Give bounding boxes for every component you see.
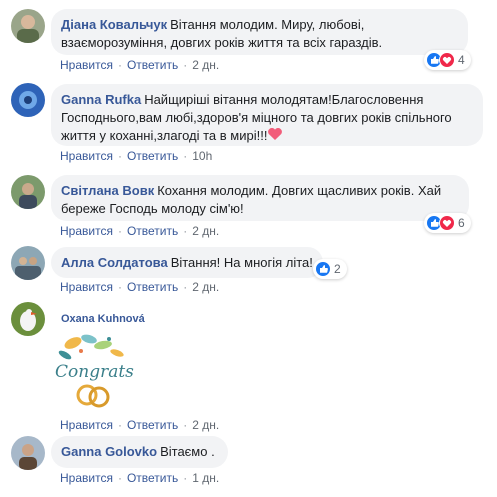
comment-time[interactable]: 1 дн. — [192, 471, 219, 485]
congrats-sticker[interactable]: Congrats — [51, 331, 139, 415]
avatar[interactable] — [11, 83, 45, 117]
reactions-count: 6 — [458, 216, 465, 230]
comment-author[interactable]: Діана Ковальчук — [61, 17, 167, 32]
comment-author[interactable]: Ganna Golovko — [61, 444, 157, 459]
comment-text-line: Вітання молодим. Миру, любові, — [170, 17, 365, 32]
comment-text-line: життя у коханні,злагоді та в мирі!!! — [61, 128, 268, 143]
avatar[interactable] — [11, 9, 45, 43]
like-link[interactable]: Нравится — [60, 58, 113, 72]
comment-author[interactable]: Ganna Rufka — [61, 92, 141, 107]
like-link[interactable]: Нравится — [60, 224, 113, 238]
reactions-summary[interactable]: 6 — [424, 213, 471, 233]
like-reaction-icon — [315, 261, 331, 277]
reply-link[interactable]: Ответить — [127, 224, 178, 238]
avatar[interactable] — [11, 302, 45, 336]
comment-text-line: Найщиріші вітання молодятам!Благословенн… — [144, 92, 424, 107]
comment-bubble: Світлана Вовк Кохання молодим. Довгих щас… — [51, 175, 469, 221]
reply-link[interactable]: Ответить — [127, 58, 178, 72]
comment-text-line: Вітання! На многія літа! — [170, 255, 313, 270]
comment-actions: Нравится · Ответить · 2 дн. — [60, 418, 220, 432]
reply-link[interactable]: Ответить — [127, 149, 178, 163]
like-link[interactable]: Нравится — [60, 471, 113, 485]
comment-time[interactable]: 2 дн. — [192, 418, 219, 432]
comment-bubble: Ganna Golovko Вітаємо . — [51, 436, 228, 468]
love-reaction-icon — [439, 215, 455, 231]
reactions-count: 2 — [334, 262, 341, 276]
comment-actions: Нравится · Ответить · 2 дн. — [60, 280, 220, 294]
comment-time[interactable]: 2 дн. — [192, 58, 219, 72]
comment-actions: Нравится · Ответить · 2 дн. — [60, 224, 220, 238]
like-link[interactable]: Нравится — [60, 149, 113, 163]
reply-link[interactable]: Ответить — [127, 471, 178, 485]
like-link[interactable]: Нравится — [60, 280, 113, 294]
reply-link[interactable]: Ответить — [127, 418, 178, 432]
like-link[interactable]: Нравится — [60, 418, 113, 432]
reactions-summary[interactable]: 4 — [424, 50, 471, 70]
comment-bubble: Діана Ковальчук Вітання молодим. Миру, лю… — [51, 9, 468, 55]
reactions-summary[interactable]: 2 — [313, 259, 347, 279]
comment-actions: Нравится · Ответить · 2 дн. — [60, 58, 220, 72]
avatar[interactable] — [11, 175, 45, 209]
comment-text-line: береже Господь молоду сім'ю! — [61, 201, 244, 216]
comment-bubble: Алла Солдатова Вітання! На многія літа! — [51, 247, 323, 278]
comment-text-line: Кохання молодим. Довгих щасливих років. … — [157, 183, 442, 198]
comment-time[interactable]: 10h — [192, 149, 212, 163]
avatar[interactable] — [11, 436, 45, 470]
comment-time[interactable]: 2 дн. — [192, 224, 219, 238]
comment-text-line: взаєморозуміння, довгих років життя та в… — [61, 35, 383, 50]
comment-text-line: Вітаємо . — [160, 444, 215, 459]
comment-bubble: Ganna Rufka Найщиріші вітання молодятам!Б… — [51, 84, 483, 146]
sticker-text: Congrats — [55, 362, 134, 382]
comment-author[interactable]: Алла Солдатова — [61, 255, 168, 270]
love-reaction-icon — [439, 52, 455, 68]
comment-text-line: Господнього,вам любі,здоров'я міцного та… — [61, 110, 452, 125]
avatar[interactable] — [11, 246, 45, 280]
comment-actions: Нравится · Ответить · 1 дн. — [60, 471, 220, 485]
comment-author[interactable]: Світлана Вовк — [61, 183, 154, 198]
reactions-count: 4 — [458, 53, 465, 67]
comment-time[interactable]: 2 дн. — [192, 280, 219, 294]
heart-emoji-icon — [267, 127, 283, 146]
reply-link[interactable]: Ответить — [127, 280, 178, 294]
comment-author[interactable]: Oxana Kuhnová — [61, 313, 145, 325]
comment-actions: Нравится · Ответить · 10h — [60, 149, 213, 163]
